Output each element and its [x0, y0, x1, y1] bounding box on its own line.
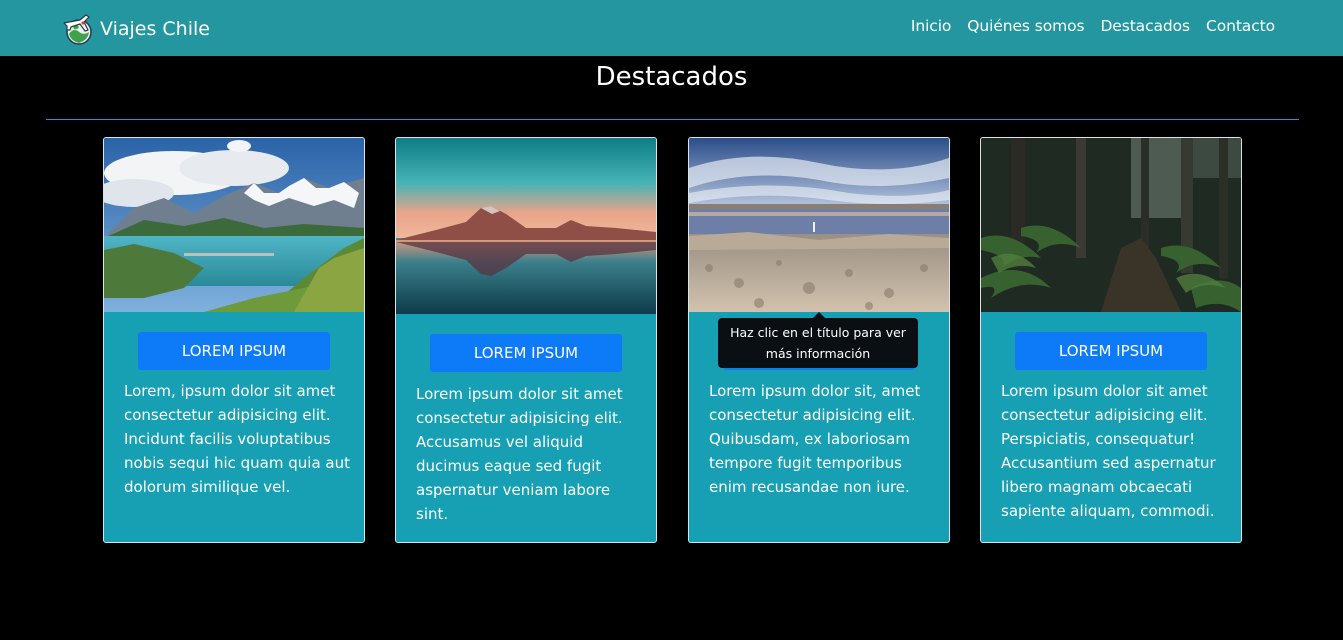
section-title: Destacados [595, 62, 748, 92]
card-1: LOREM IPSUM Lorem, ipsum dolor sit amet … [103, 137, 365, 543]
card-1-text: Lorem, ipsum dolor sit amet consectetur … [124, 382, 350, 496]
nav-link-destacados[interactable]: Destacados [1100, 17, 1190, 35]
card-image-volcano-reflection[interactable] [396, 138, 656, 314]
tooltip-line-2: más información [765, 346, 871, 361]
card-2-button[interactable]: LOREM IPSUM [430, 334, 622, 372]
tooltip-line-1: Haz clic en el título para ver [730, 325, 906, 340]
brand-link[interactable]: Viajes Chile [61, 12, 210, 46]
nav-links: Inicio Quiénes somos Destacados Contacto [911, 17, 1275, 35]
nav-link-contacto[interactable]: Contacto [1206, 17, 1275, 35]
card-image-forest-path[interactable] [981, 138, 1241, 312]
card-image-salt-lagoon[interactable] [689, 138, 949, 312]
card-4: LOREM IPSUM Lorem ipsum dolor sit amet c… [980, 137, 1242, 543]
nav-link-quienes-somos[interactable]: Quiénes somos [967, 17, 1084, 35]
card-2-text: Lorem ipsum dolor sit amet consectetur a… [416, 385, 623, 523]
card-4-button[interactable]: LOREM IPSUM [1015, 332, 1207, 370]
tooltip: Haz clic en el título para ver más infor… [718, 318, 918, 368]
nav-link-inicio[interactable]: Inicio [911, 17, 952, 35]
card-3-text: Lorem ipsum dolor sit, amet consectetur … [709, 382, 921, 496]
navbar: Viajes Chile Inicio Quiénes somos Destac… [0, 0, 1343, 56]
brand-name: Viajes Chile [100, 18, 210, 40]
card-4-text: Lorem ipsum dolor sit amet consectetur a… [1001, 382, 1216, 520]
card-1-button[interactable]: LOREM IPSUM [138, 332, 330, 370]
section-divider [46, 119, 1299, 120]
globe-plane-logo-icon [61, 12, 95, 46]
card-image-mountain-lake[interactable] [104, 138, 364, 312]
card-2: LOREM IPSUM Lorem ipsum dolor sit amet c… [395, 137, 657, 543]
